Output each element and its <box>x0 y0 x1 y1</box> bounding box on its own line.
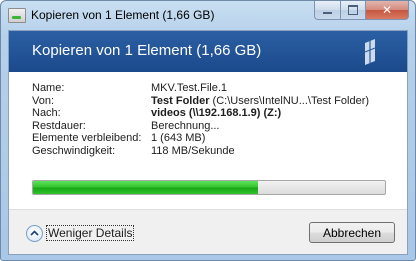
chevron-up-icon <box>26 224 43 242</box>
progress-fill <box>33 181 259 194</box>
less-details-label: Weniger Details <box>46 225 135 241</box>
speed-label: Geschwindigkeit: <box>32 144 116 157</box>
windows-flag-icon <box>364 39 376 65</box>
dialog-footer: Weniger Details Abbrechen <box>9 209 407 254</box>
to-value: videos (\\192.168.1.9) (Z:) <box>151 107 282 119</box>
copy-progress-bar <box>32 180 386 195</box>
copy-dialog-window: Kopieren von 1 Element (1,66 GB) ✕ Kopie… <box>0 0 416 261</box>
caption-buttons: ✕ <box>314 1 409 20</box>
time-remaining-label: Restdauer: <box>32 119 86 132</box>
maximize-button <box>341 1 366 20</box>
from-label: Von: <box>32 94 55 107</box>
cancel-button[interactable]: Abbrechen <box>309 222 395 243</box>
items-remaining-label: Elemente verbleibend: <box>32 132 142 144</box>
time-remaining-value: Berechnung... <box>151 119 220 132</box>
less-details-toggle[interactable]: Weniger Details <box>26 224 135 242</box>
from-value: Test Folder (C:\Users\IntelNU...\Test Fo… <box>151 95 369 108</box>
header-band: Kopieren von 1 Element (1,66 GB) <box>9 31 407 72</box>
from-folder-name: Test Folder <box>151 94 210 107</box>
name-label: Name: <box>32 82 65 94</box>
from-folder-path: (C:\Users\IntelNU...\Test Folder) <box>209 94 370 107</box>
minimize-button[interactable] <box>314 1 341 20</box>
minimize-icon <box>323 12 332 14</box>
dialog-body: Kopieren von 1 Element (1,66 GB) Name: M… <box>8 30 408 255</box>
header-title: Kopieren von 1 Element (1,66 GB) <box>32 42 262 59</box>
window-title: Kopieren von 1 Element (1,66 GB) <box>31 8 215 22</box>
name-value: MKV.Test.File.1 <box>151 82 228 94</box>
copy-progress-icon <box>8 8 26 23</box>
speed-value: 118 MB/Sekunde <box>151 144 235 157</box>
close-icon: ✕ <box>381 3 393 17</box>
maximize-icon <box>348 5 358 15</box>
to-label: Nach: <box>32 107 61 119</box>
title-bar[interactable]: Kopieren von 1 Element (1,66 GB) ✕ <box>1 1 415 29</box>
items-remaining-value: 1 (643 MB) <box>151 132 206 144</box>
close-button[interactable]: ✕ <box>366 1 409 20</box>
